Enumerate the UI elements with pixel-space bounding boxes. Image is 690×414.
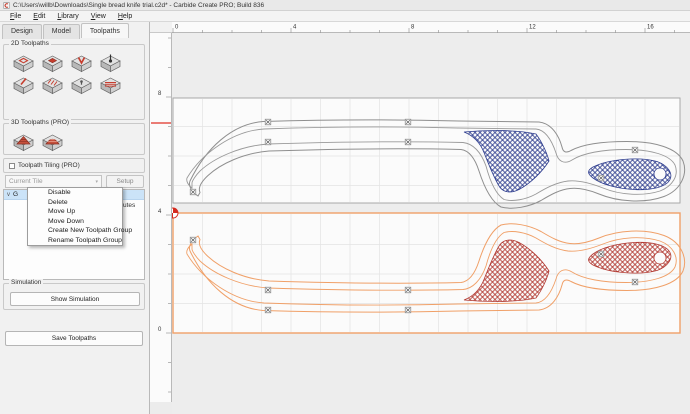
tab-marker[interactable]	[597, 250, 605, 258]
menu-edit[interactable]: Edit	[27, 12, 51, 21]
texture-toolpath-icon[interactable]	[40, 75, 65, 95]
tab-marker[interactable]	[264, 118, 272, 126]
group-simulation: Simulation Show Simulation	[3, 279, 145, 310]
tiling-checkbox[interactable]	[9, 162, 15, 169]
tab-marker[interactable]	[631, 278, 639, 286]
horizontal-ruler: 0 4 8 12 16	[172, 22, 690, 33]
tab-marker[interactable]	[404, 138, 412, 146]
setup-button-label: Setup	[116, 178, 134, 185]
context-menu-item-rename-toolpath-group[interactable]: Rename Toolpath Group	[28, 236, 122, 246]
engrave-toolpath-icon[interactable]	[11, 75, 36, 95]
window-title: C:\Users\willb\Downloads\Single bread kn…	[13, 1, 265, 9]
show-simulation-label: Show Simulation	[50, 295, 100, 303]
menu-file[interactable]: File	[4, 12, 27, 21]
knife-top-lanyard-hole[interactable]	[653, 167, 667, 181]
toolpath-icon-grid-2d	[9, 52, 141, 96]
svg-text:4: 4	[158, 209, 162, 215]
group-2d-title: 2D Toolpaths	[9, 40, 51, 47]
tab-model[interactable]: Model	[42, 24, 80, 39]
tab-marker[interactable]	[404, 306, 412, 314]
context-menu-item-create-new-toolpath-group[interactable]: Create New Toolpath Group	[28, 226, 132, 236]
drill-toolpath-icon[interactable]	[98, 53, 123, 73]
svg-text:16: 16	[647, 25, 654, 31]
estimated-time-fragment: utes	[123, 202, 136, 209]
tiling-row: Toolpath Tiling (PRO)	[9, 162, 80, 169]
menu-help[interactable]: Help	[112, 12, 138, 21]
chevron-expand-icon[interactable]: v	[7, 192, 10, 198]
svg-text:12: 12	[529, 25, 536, 31]
show-simulation-button[interactable]: Show Simulation	[10, 292, 140, 306]
toolpath-icon-grid-3d	[9, 131, 141, 153]
group-toolpath-tiling: Toolpath Tiling (PRO)	[3, 158, 145, 173]
rest-machining-toolpath-icon[interactable]	[98, 75, 123, 95]
context-menu: Disable Delete Move Up Move Down Create New …	[27, 187, 132, 246]
group-2d-toolpaths: 2D Toolpaths	[3, 40, 145, 120]
ruler-corner	[150, 22, 172, 33]
tab-marker[interactable]	[264, 286, 272, 294]
tab-strip: Design Model Toolpaths	[2, 23, 130, 39]
tab-marker[interactable]	[264, 306, 272, 314]
app-icon	[3, 1, 10, 9]
stock-rect-bottom[interactable]	[172, 212, 681, 334]
tab-marker[interactable]	[189, 236, 197, 244]
title-bar: C:\Users\willb\Downloads\Single bread kn…	[0, 0, 690, 11]
knife-bottom-lanyard-hole[interactable]	[653, 251, 667, 265]
svg-text:8: 8	[411, 25, 415, 31]
design-canvas[interactable]	[172, 33, 690, 414]
contour-toolpath-icon[interactable]	[11, 53, 36, 73]
svg-text:0: 0	[158, 327, 162, 333]
context-menu-item-move-down[interactable]: Move Down	[28, 217, 122, 227]
tab-marker[interactable]	[597, 174, 605, 182]
simulation-title: Simulation	[9, 279, 44, 286]
menu-bar: File Edit Library View Help	[0, 11, 690, 22]
tab-marker[interactable]	[404, 286, 412, 294]
context-menu-item-delete[interactable]: Delete	[28, 198, 122, 208]
keyhole-toolpath-icon[interactable]	[69, 75, 94, 95]
ruler-footer	[150, 402, 172, 414]
tiling-label: Toolpath Tiling (PRO)	[18, 162, 80, 169]
tab-design[interactable]: Design	[2, 24, 42, 39]
chevron-down-icon: ▾	[95, 178, 98, 185]
3d-rough-toolpath-icon[interactable]	[11, 132, 36, 152]
vertical-ruler: 8 4 0	[150, 33, 172, 402]
3d-finish-toolpath-icon[interactable]	[40, 132, 65, 152]
pocket-toolpath-icon[interactable]	[40, 53, 65, 73]
save-toolpaths-label: Save Toolpaths	[51, 335, 97, 342]
group-3d-title: 3D Toolpaths (PRO)	[9, 119, 72, 126]
save-toolpaths-button[interactable]: Save Toolpaths	[5, 331, 143, 346]
menu-library[interactable]: Library	[51, 12, 84, 21]
origin-marker	[172, 207, 179, 219]
toolpath-group-label: G	[13, 191, 19, 198]
current-tile-value: Current Tile	[9, 178, 43, 185]
tab-toolpaths[interactable]: Toolpaths	[80, 23, 129, 38]
app-window: C:\Users\willb\Downloads\Single bread kn…	[0, 0, 690, 414]
tab-marker[interactable]	[404, 118, 412, 126]
vcarve-toolpath-icon[interactable]	[69, 53, 94, 73]
group-3d-toolpaths: 3D Toolpaths (PRO)	[3, 119, 145, 155]
menu-view[interactable]: View	[85, 12, 112, 21]
svg-text:8: 8	[158, 91, 162, 97]
context-menu-item-disable[interactable]: Disable	[28, 188, 122, 198]
tab-marker[interactable]	[264, 138, 272, 146]
context-menu-item-move-up[interactable]: Move Up	[28, 207, 122, 217]
tab-marker[interactable]	[189, 188, 197, 196]
tab-marker[interactable]	[631, 146, 639, 154]
svg-text:4: 4	[293, 25, 297, 31]
svg-text:0: 0	[175, 25, 179, 31]
